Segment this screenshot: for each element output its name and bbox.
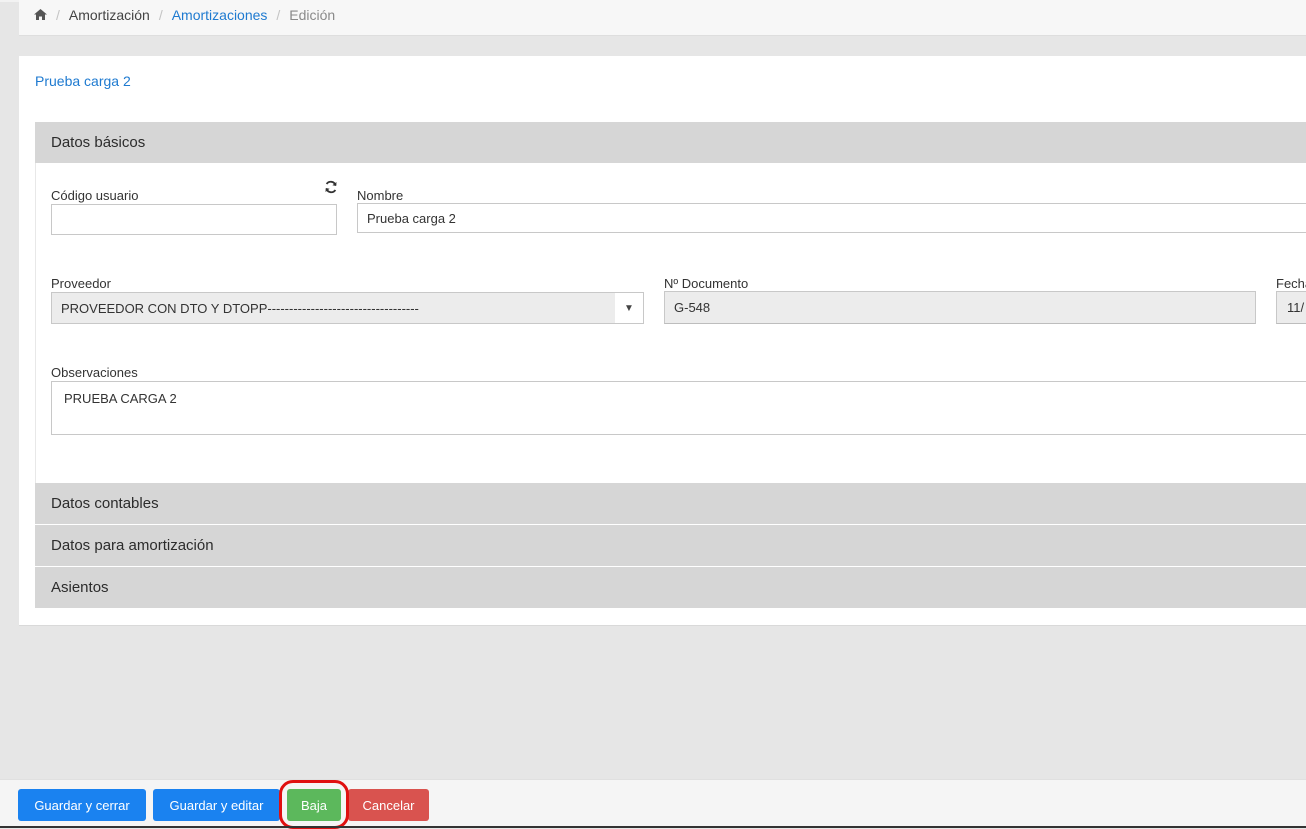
section-datos-basicos-body: Código usuario Nombre Prueba carga 2 Pro… <box>35 163 1306 483</box>
nombre-label: Nombre <box>357 188 404 203</box>
section-datos-basicos-label: Datos básicos <box>51 134 146 151</box>
breadcrumb-amortizaciones-link[interactable]: Amortizaciones <box>172 7 268 23</box>
codigo-usuario-label: Código usuario <box>51 188 139 203</box>
refresh-icon[interactable] <box>324 180 338 194</box>
cancel-button[interactable]: Cancelar <box>348 789 429 821</box>
save-and-close-button[interactable]: Guardar y cerrar <box>18 789 146 821</box>
fecha-label: Fecha <box>1276 276 1306 291</box>
save-and-edit-button[interactable]: Guardar y editar <box>153 789 280 821</box>
breadcrumb-separator: / <box>276 6 281 23</box>
section-asientos-header[interactable]: Asientos <box>35 567 1306 608</box>
section-datos-amortizacion-header[interactable]: Datos para amortización <box>35 525 1306 566</box>
home-icon[interactable] <box>34 9 47 20</box>
baja-button[interactable]: Baja <box>287 789 341 821</box>
section-datos-basicos-header[interactable]: Datos básicos <box>35 122 1306 163</box>
breadcrumb-separator: / <box>56 6 60 23</box>
documento-input[interactable]: G-548 <box>664 291 1256 324</box>
nombre-input[interactable]: Prueba carga 2 <box>357 203 1306 233</box>
section-datos-amortizacion-label: Datos para amortización <box>51 537 214 554</box>
record-title: Prueba carga 2 <box>35 73 131 89</box>
section-datos-contables-label: Datos contables <box>51 495 159 512</box>
observaciones-label: Observaciones <box>51 365 138 380</box>
fecha-input[interactable]: 11/ <box>1276 291 1306 324</box>
breadcrumb-separator: / <box>158 6 163 23</box>
proveedor-selected-value: PROVEEDOR CON DTO Y DTOPP---------------… <box>61 300 419 316</box>
proveedor-select[interactable]: PROVEEDOR CON DTO Y DTOPP---------------… <box>51 292 644 324</box>
breadcrumb: / Amortización / Amortizaciones / Edició… <box>19 0 1306 36</box>
section-datos-contables-header[interactable]: Datos contables <box>35 483 1306 524</box>
proveedor-label: Proveedor <box>51 276 111 291</box>
breadcrumb-amortizacion: Amortización <box>68 6 150 23</box>
action-footer: Guardar y cerrar Guardar y editar Baja C… <box>0 779 1306 829</box>
section-asientos-label: Asientos <box>51 579 109 596</box>
documento-label: Nº Documento <box>664 276 749 291</box>
observaciones-textarea[interactable]: PRUEBA CARGA 2 <box>51 381 1306 435</box>
chevron-down-icon[interactable]: ▼ <box>615 293 643 323</box>
edit-card: Prueba carga 2 Datos básicos Código usua… <box>19 56 1306 626</box>
breadcrumb-edicion: Edición <box>289 6 336 23</box>
codigo-usuario-input[interactable] <box>51 204 337 235</box>
